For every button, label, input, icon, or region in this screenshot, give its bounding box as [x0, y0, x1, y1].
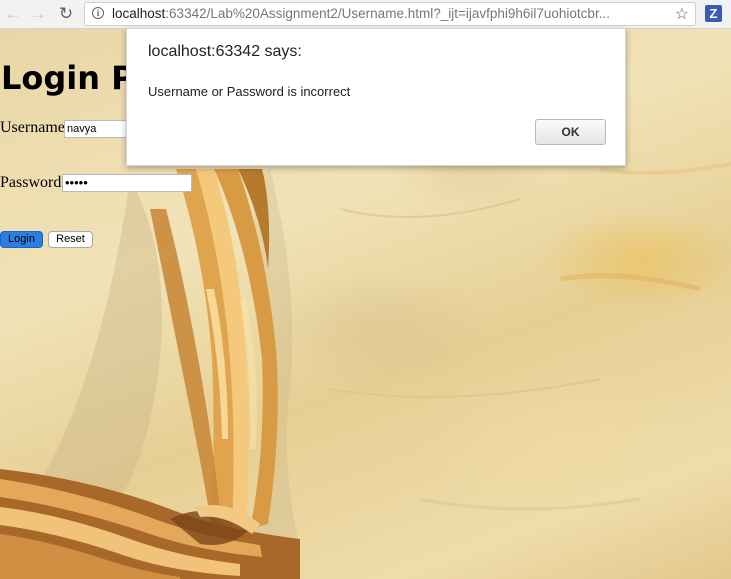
- dialog-message: Username or Password is incorrect: [148, 84, 351, 99]
- login-button[interactable]: Login: [0, 231, 43, 248]
- username-label: Username: [0, 119, 65, 136]
- alert-dialog: localhost:63342 says: Username or Passwo…: [126, 28, 626, 166]
- ok-button[interactable]: OK: [535, 119, 606, 145]
- forward-arrow-icon[interactable]: →: [27, 3, 49, 25]
- reset-button[interactable]: Reset: [48, 231, 93, 248]
- browser-toolbar: ← → ↻ i localhost:63342/Lab%20Assignment…: [0, 0, 731, 29]
- password-label: Password: [0, 174, 62, 191]
- info-icon[interactable]: i: [92, 7, 104, 19]
- password-input[interactable]: •••••: [62, 174, 192, 192]
- url-text[interactable]: localhost:63342/Lab%20Assignment2/Userna…: [112, 6, 672, 21]
- address-bar[interactable]: i localhost:63342/Lab%20Assignment2/User…: [84, 2, 696, 26]
- reload-icon[interactable]: ↻: [55, 3, 77, 25]
- url-host: localhost: [112, 6, 166, 21]
- star-icon[interactable]: ☆: [675, 4, 689, 24]
- dialog-title: localhost:63342 says:: [148, 43, 302, 60]
- back-arrow-icon[interactable]: ←: [2, 3, 24, 25]
- extension-z-icon[interactable]: Z: [705, 5, 722, 22]
- url-path: :63342/Lab%20Assignment2/Username.html?_…: [165, 6, 610, 21]
